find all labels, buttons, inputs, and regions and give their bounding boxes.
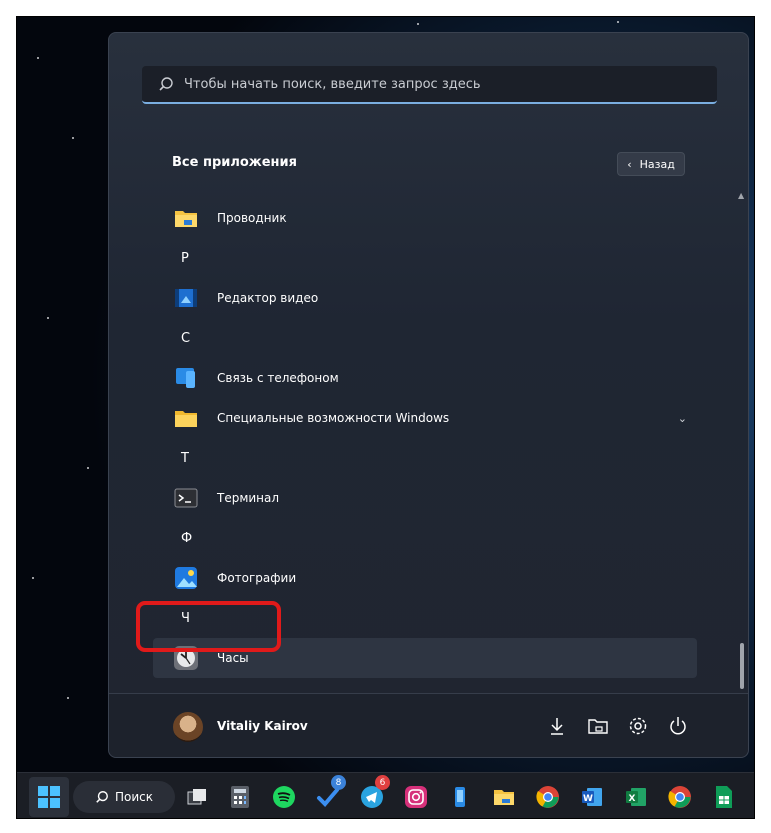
taskbar: Поиск 8 6 W X (17, 772, 754, 818)
windows-logo-icon (38, 786, 60, 808)
sheets-icon (716, 786, 732, 808)
app-label: Фотографии (217, 571, 297, 585)
chrome-profile-button[interactable] (664, 781, 696, 813)
chrome-icon (668, 786, 691, 808)
all-apps-title: Все приложения (172, 155, 297, 170)
file-explorer-icon[interactable] (586, 714, 610, 738)
letter-header[interactable]: Р (181, 251, 189, 266)
app-item-terminal[interactable]: Терминал (153, 478, 697, 518)
app-item-photos[interactable]: Фотографии (153, 558, 697, 598)
spotify-icon (273, 786, 295, 808)
app-label: Часы (217, 651, 249, 665)
annotation-highlight-box (136, 601, 281, 652)
app-label: Редактор видео (217, 291, 319, 305)
scroll-up-icon[interactable]: ▲ (738, 191, 744, 200)
settings-gear-icon[interactable] (626, 714, 650, 738)
notification-badge: 6 (375, 775, 390, 790)
chrome-icon (536, 786, 559, 808)
app-item-video-editor[interactable]: Редактор видео (153, 278, 697, 318)
file-explorer-icon (494, 790, 514, 805)
letter-header[interactable]: С (181, 331, 190, 346)
notification-badge: 8 (331, 775, 346, 790)
app-label: Терминал (217, 491, 280, 505)
search-input[interactable]: Чтобы начать поиск, введите запрос здесь (142, 66, 717, 104)
chevron-down-icon[interactable]: ⌄ (678, 412, 687, 425)
calculator-button[interactable] (224, 781, 256, 813)
folder-explorer-icon (175, 211, 197, 227)
photos-icon (175, 567, 197, 589)
task-view-icon (187, 789, 206, 805)
start-button[interactable] (29, 777, 69, 817)
file-explorer-button[interactable] (488, 781, 520, 813)
calculator-icon (231, 786, 249, 808)
app-item-explorer[interactable]: Проводник (153, 198, 697, 238)
terminal-icon (174, 488, 198, 508)
back-button[interactable]: ‹ Назад (617, 152, 685, 176)
downloads-icon[interactable] (545, 714, 569, 738)
app-label: Проводник (217, 211, 287, 225)
svg-text:W: W (583, 794, 593, 804)
excel-button[interactable]: X (620, 781, 652, 813)
app-label: Специальные возможности Windows (217, 411, 450, 425)
phone-link-button[interactable] (444, 781, 476, 813)
word-icon: W (582, 788, 602, 806)
start-footer: Vitaliy Kairov (109, 693, 748, 757)
app-item-accessibility[interactable]: Специальные возможности Windows ⌄ (153, 398, 697, 438)
folder-icon (175, 411, 197, 427)
back-button-label: Назад (639, 157, 675, 171)
tasks-button[interactable]: 8 (312, 775, 346, 813)
power-icon[interactable] (666, 714, 690, 738)
taskbar-search-button[interactable]: Поиск (73, 781, 175, 813)
phone-link-icon (176, 368, 195, 388)
chevron-left-icon: ‹ (627, 157, 632, 171)
taskbar-search-label: Поиск (114, 790, 153, 804)
phone-link-icon (455, 787, 465, 807)
search-icon (159, 77, 173, 91)
scroll-thumb[interactable] (740, 643, 744, 689)
scrollbar[interactable]: ▲ ▼ (738, 191, 746, 703)
letter-header[interactable]: Т (181, 451, 189, 466)
excel-icon: X (626, 788, 646, 806)
desktop: Чтобы начать поиск, введите запрос здесь… (16, 16, 755, 819)
sheets-button[interactable] (708, 781, 740, 813)
search-icon (96, 791, 108, 803)
video-editor-icon (175, 289, 197, 307)
instagram-button[interactable] (400, 781, 432, 813)
chrome-button[interactable] (532, 781, 564, 813)
word-button[interactable]: W (576, 781, 608, 813)
spotify-button[interactable] (268, 781, 300, 813)
avatar[interactable] (173, 712, 203, 742)
telegram-button[interactable]: 6 (356, 775, 390, 813)
letter-header[interactable]: Ф (181, 531, 192, 546)
task-view-button[interactable] (181, 781, 213, 813)
instagram-icon (405, 786, 427, 808)
app-label: Связь с телефоном (217, 371, 339, 385)
svg-text:X: X (629, 794, 636, 804)
app-item-phone-link[interactable]: Связь с телефоном (153, 358, 697, 398)
user-name[interactable]: Vitaliy Kairov (217, 719, 308, 733)
search-placeholder: Чтобы начать поиск, введите запрос здесь (184, 76, 481, 92)
